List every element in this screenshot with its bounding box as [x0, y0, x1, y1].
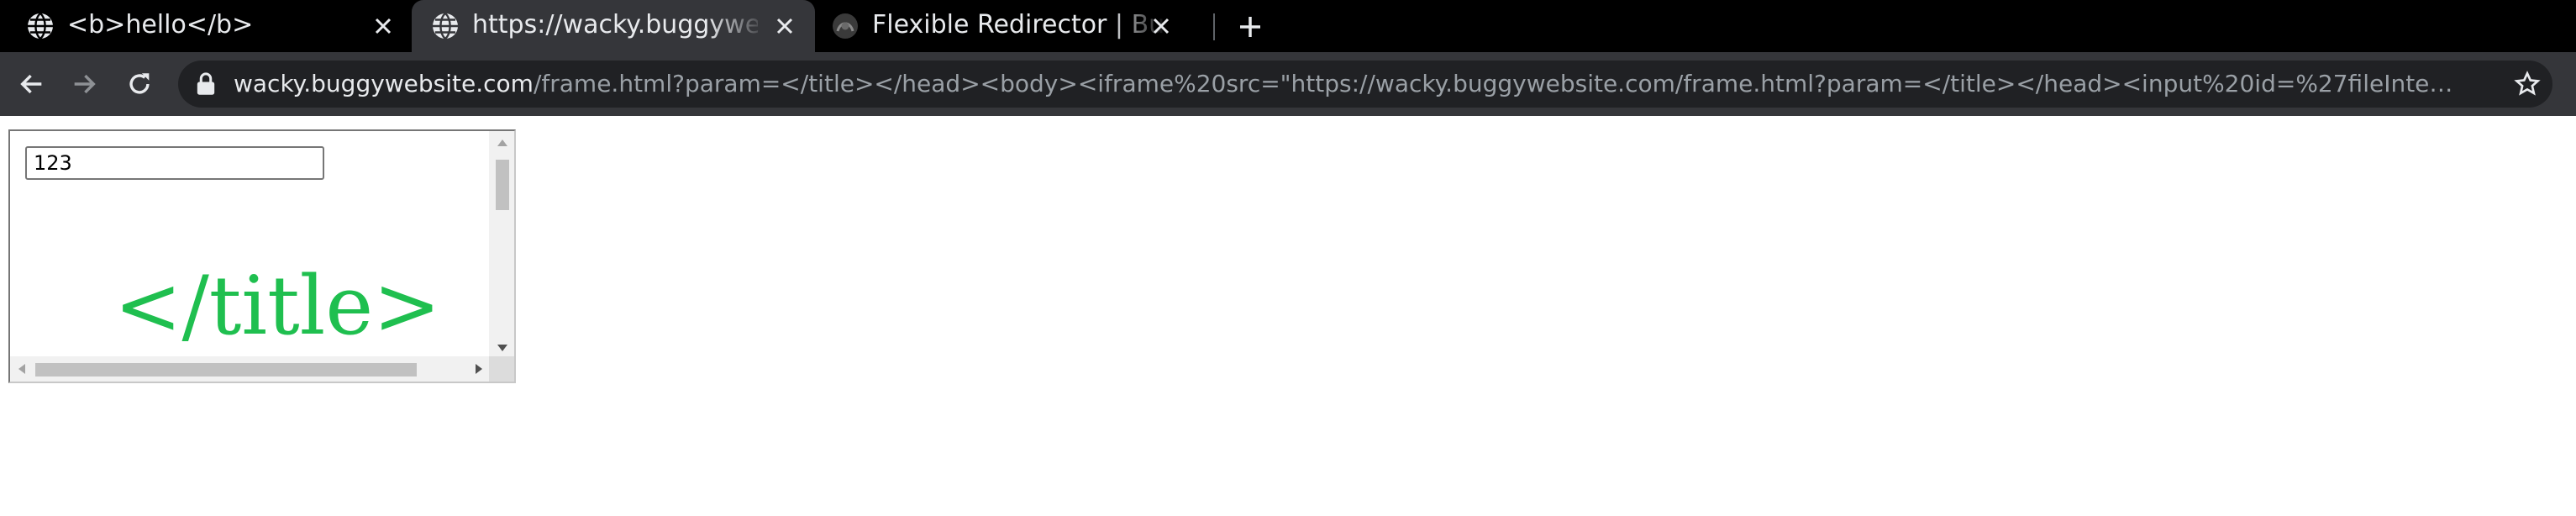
file-integrity-input[interactable]: [25, 146, 324, 180]
embedded-iframe[interactable]: </title>: [8, 129, 516, 383]
plus-icon: [1240, 17, 1260, 37]
globe-icon: [433, 13, 458, 39]
back-arrow-icon: [20, 74, 42, 94]
close-tab-icon[interactable]: [370, 13, 397, 39]
frame-heading-text: </title>: [114, 259, 441, 353]
tab-separator: [1213, 13, 1215, 40]
horizontal-scrollbar[interactable]: [10, 356, 491, 382]
url-host: wacky.buggywebsite.com: [234, 70, 534, 97]
bugpoc-icon: [833, 13, 858, 39]
forward-button[interactable]: [64, 64, 104, 104]
tab-strip: <b>hello</b> https://wacky.buggywebsite.…: [0, 0, 2576, 52]
lock-icon[interactable]: [195, 72, 217, 96]
title-fade: [707, 0, 766, 52]
horizontal-scroll-thumb[interactable]: [35, 363, 417, 376]
forward-arrow-icon: [74, 74, 96, 94]
scrollbar-corner: [489, 356, 514, 382]
scroll-up-icon[interactable]: [497, 140, 507, 146]
reload-button[interactable]: [119, 64, 160, 104]
toolbar: wacky.buggywebsite.com/frame.html?param=…: [0, 52, 2576, 116]
url-path: /frame.html?param=</title></head><body><…: [533, 70, 2460, 97]
tab-title: <b>hello</b>: [67, 10, 254, 39]
scroll-down-icon[interactable]: [497, 345, 507, 351]
tab-hello[interactable]: <b>hello</b>: [0, 0, 412, 52]
page-content: </title>: [0, 116, 2576, 516]
vertical-scrollbar[interactable]: [489, 131, 514, 360]
new-tab-button[interactable]: [1232, 8, 1269, 45]
bookmark-star-icon[interactable]: [2514, 71, 2541, 97]
tab-active-frame[interactable]: https://wacky.buggywebsite.com/frame.htm…: [412, 0, 815, 52]
close-tab-icon[interactable]: [771, 13, 798, 39]
frame-heading: </title>: [114, 266, 441, 346]
reload-icon: [129, 73, 150, 94]
scroll-left-icon[interactable]: [18, 364, 25, 374]
tab-flexible-redirector[interactable]: Flexible Redirector | BugPoC: [815, 0, 1218, 52]
address-bar[interactable]: wacky.buggywebsite.com/frame.html?param=…: [178, 61, 2552, 108]
close-tab-icon[interactable]: [1148, 13, 1175, 39]
back-button[interactable]: [12, 64, 52, 104]
vertical-scroll-thumb[interactable]: [496, 160, 509, 210]
scroll-right-icon[interactable]: [476, 364, 482, 374]
globe-icon: [28, 13, 53, 39]
url-text[interactable]: wacky.buggywebsite.com/frame.html?param=…: [234, 61, 2460, 108]
